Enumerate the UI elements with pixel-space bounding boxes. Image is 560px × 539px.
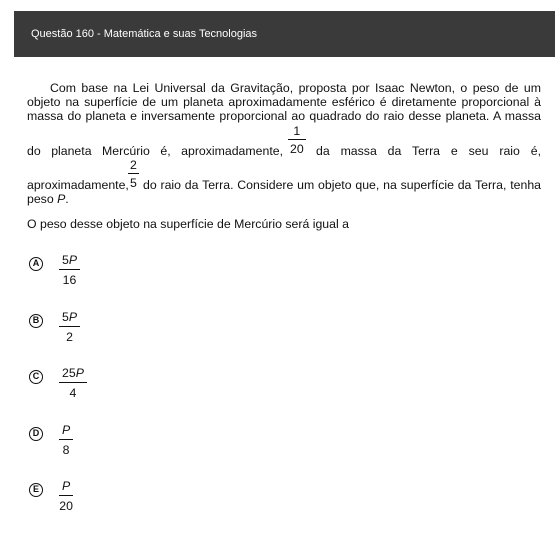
option-fraction-bar: [59, 326, 81, 327]
option-denominator: 2: [66, 330, 73, 344]
option-numerator-text: 25P: [62, 366, 84, 380]
option-fraction: P 8: [59, 423, 74, 457]
question-title: Questão 160 - Matemática e suas Tecnolog…: [31, 28, 258, 40]
option-numerator: P: [59, 479, 73, 493]
statement-line-1: Com base na Lei Universal da Gravitação,…: [50, 81, 541, 95]
option-numerator-text: P: [62, 479, 70, 493]
statement-line-6: peso P.: [27, 192, 69, 206]
fraction-numerator: 1: [293, 124, 301, 138]
fraction-denominator: 5: [130, 176, 137, 190]
option-letter-badge[interactable]: E: [29, 483, 43, 497]
option-letter-badge[interactable]: D: [29, 427, 43, 441]
option-numerator: P: [59, 423, 73, 437]
option-numerator: 5P: [59, 253, 80, 267]
option-numerator: 5P: [59, 310, 80, 324]
option-fraction: 25P 4: [59, 366, 87, 400]
option-numerator-text: P: [62, 423, 70, 437]
option-denominator: 8: [62, 443, 70, 457]
fraction-bar: [288, 139, 306, 140]
statement-line-2: objeto na superfície de um planeta aprox…: [27, 95, 541, 109]
option-fraction: 5P 2: [59, 310, 81, 344]
option-fraction-bar: [59, 269, 81, 270]
option-denominator: 16: [62, 273, 77, 287]
option-fraction-bar: [59, 382, 87, 383]
fraction-denominator: 20: [290, 142, 304, 156]
variable-p: P: [68, 253, 78, 267]
statement-line-4b: da massa da Terra e seu raio é,: [316, 144, 541, 158]
option-letter-badge[interactable]: A: [29, 257, 43, 271]
question-prompt: O peso desse objeto na superfície de Mer…: [27, 217, 349, 231]
fraction-numerator: 2: [130, 158, 137, 172]
option-numerator: 25P: [59, 366, 87, 380]
variable-p: P: [62, 423, 71, 437]
option-fraction-bar: [59, 439, 74, 440]
statement-line-6-text: peso: [27, 192, 54, 206]
option-numerator-text: 5P: [62, 310, 78, 324]
question-header: Questão 160 - Matemática e suas Tecnolog…: [14, 11, 555, 57]
variable-p: P: [62, 479, 71, 493]
variable-p: P: [75, 366, 84, 380]
option-fraction: P 20: [59, 479, 74, 513]
fraction-bar: [128, 173, 139, 174]
statement-line-5a: aproximadamente,: [27, 178, 129, 192]
option-fraction-bar: [59, 495, 74, 496]
statement-line-3: massa do planeta e inversamente proporci…: [27, 109, 541, 123]
option-numerator-text: 5P: [62, 253, 78, 267]
option-denominator: 20: [59, 499, 73, 513]
variable-p: P: [68, 310, 78, 324]
option-letter-badge[interactable]: B: [29, 314, 43, 328]
fraction-mass-ratio: 1 20: [288, 124, 306, 156]
option-letter-badge[interactable]: C: [29, 370, 43, 384]
statement-line-6-end: .: [65, 192, 69, 206]
statement-line-4a: do planeta Mercúrio é, aproximadamente,: [27, 144, 283, 158]
statement-line-5b: do raio da Terra. Considere um objeto qu…: [143, 178, 541, 192]
option-fraction: 5P 16: [59, 253, 81, 287]
fraction-radius-ratio: 2 5: [128, 158, 139, 190]
option-denominator: 4: [69, 386, 77, 400]
